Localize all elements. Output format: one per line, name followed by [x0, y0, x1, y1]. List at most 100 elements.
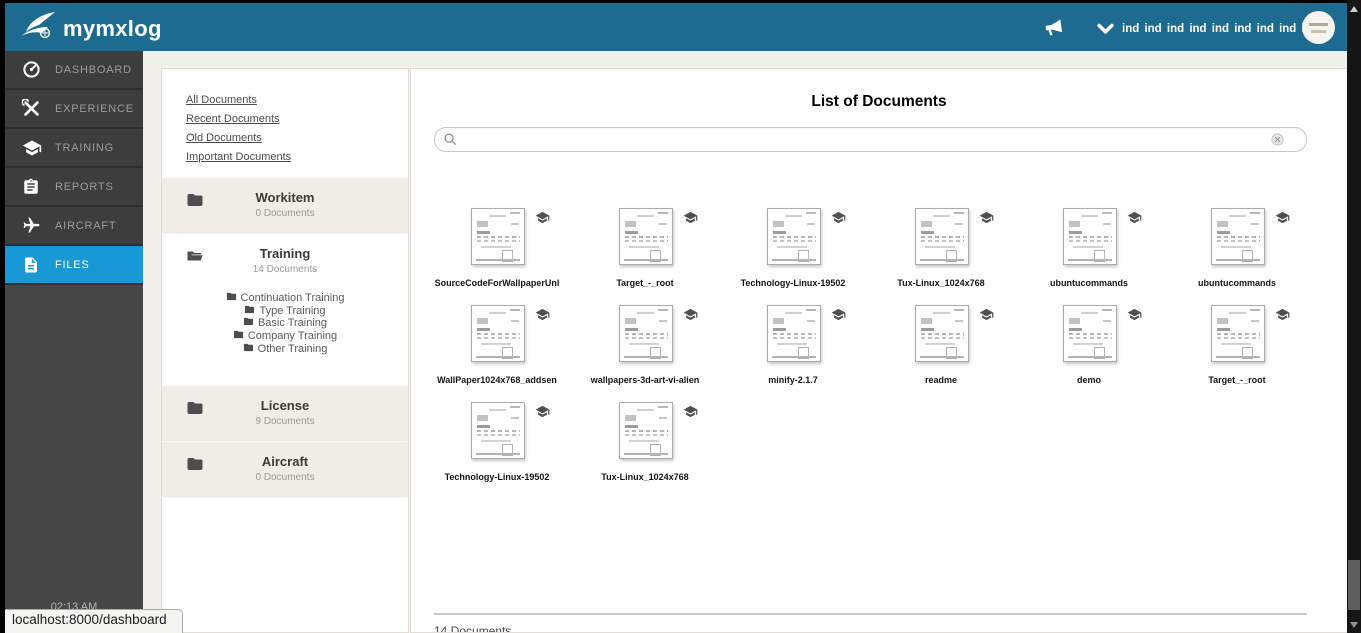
graduation-cap-icon — [978, 210, 995, 265]
subfolder-item[interactable]: Basic Training — [162, 317, 408, 330]
subfolder-item[interactable]: Other Training — [162, 342, 408, 355]
document-name[interactable]: Target_-_root — [575, 278, 715, 288]
graduation-cap-icon — [830, 210, 847, 265]
scroll-down-arrow-icon[interactable] — [1347, 616, 1361, 632]
document-thumbnail[interactable] — [1211, 305, 1265, 362]
graduation-cap-icon — [830, 307, 847, 362]
folder-training[interactable]: Training 14 Documents — [162, 234, 408, 288]
folder-subtree: Continuation Training Type Training Basi… — [162, 288, 408, 365]
document-name[interactable]: Tux-Linux_1024x768 — [871, 278, 1011, 288]
subfolder-item[interactable]: Continuation Training — [162, 292, 408, 305]
clipboard-icon — [22, 178, 46, 196]
scrollbar[interactable] — [1347, 0, 1361, 633]
document-item[interactable]: Target_-_root — [582, 208, 730, 305]
search-input[interactable] — [463, 128, 1258, 153]
documents-nav-panel: All Documents Recent Documents Old Documen… — [161, 68, 409, 633]
sidebar-item-reports[interactable]: REPORTS — [5, 168, 143, 207]
document-thumbnail[interactable] — [619, 402, 673, 459]
top-navbar: mymxlog ind ind ind ind ind ind ind ind … — [5, 3, 1347, 51]
document-name[interactable]: minify-2.1.7 — [723, 375, 863, 385]
airplane-icon — [22, 216, 46, 235]
scroll-up-arrow-icon[interactable] — [1347, 0, 1361, 18]
logo-text: mymxlog — [63, 15, 162, 41]
document-thumbnail[interactable] — [471, 402, 525, 459]
document-name[interactable]: SourceCodeForWallpaperUnl — [427, 278, 567, 288]
document-thumbnail[interactable] — [471, 305, 525, 362]
document-name[interactable]: wallpapers-3d-art-vi-alien — [575, 375, 715, 385]
document-item[interactable]: ubuntucommands — [1026, 208, 1174, 305]
graduation-cap-icon — [534, 307, 551, 362]
document-name[interactable]: demo — [1019, 375, 1159, 385]
folder-closed-icon — [243, 342, 254, 356]
filter-link-old-documents[interactable]: Old Documents — [186, 132, 408, 144]
folder-closed-icon — [186, 455, 204, 478]
graduation-cap-icon — [1126, 210, 1143, 265]
document-thumbnail[interactable] — [619, 208, 673, 265]
folder-closed-icon — [243, 316, 254, 330]
graduation-cap-icon — [682, 404, 699, 459]
subfolder-item[interactable]: Company Training — [162, 330, 408, 343]
filter-link-recent-documents[interactable]: Recent Documents — [186, 113, 408, 125]
document-item[interactable]: Tux-Linux_1024x768 — [582, 402, 730, 499]
chevron-down-icon[interactable] — [1097, 22, 1114, 40]
document-item[interactable]: ubuntucommands — [1174, 208, 1322, 305]
document-item[interactable]: Technology-Linux-19502 — [730, 208, 878, 305]
folder-license[interactable]: License 9 Documents — [162, 385, 408, 440]
document-item[interactable]: demo — [1026, 305, 1174, 402]
document-thumbnail[interactable] — [1063, 305, 1117, 362]
document-item[interactable]: Target_-_root — [1174, 305, 1322, 402]
document-name[interactable]: Target_-_root — [1167, 375, 1307, 385]
search-box[interactable] — [434, 127, 1307, 153]
document-thumbnail[interactable] — [619, 305, 673, 362]
graduation-cap-icon — [682, 210, 699, 265]
folder-aircraft[interactable]: Aircraft 0 Documents — [162, 441, 408, 496]
sidebar-item-files[interactable]: FILES — [5, 246, 143, 285]
search-icon — [443, 132, 457, 151]
graduation-cap-icon — [22, 138, 46, 158]
document-item[interactable]: WallPaper1024x768_addsen — [434, 305, 582, 402]
document-item[interactable]: SourceCodeForWallpaperUnl — [434, 208, 582, 305]
document-thumbnail[interactable] — [915, 208, 969, 265]
folder-workitem[interactable]: Workitem 0 Documents — [162, 178, 408, 232]
scroll-thumb[interactable] — [1348, 560, 1360, 610]
sidebar-item-dashboard[interactable]: DASHBOARD — [5, 51, 143, 90]
document-thumbnail[interactable] — [1063, 208, 1117, 265]
sidebar-item-training[interactable]: TRAINING — [5, 129, 143, 168]
graduation-cap-icon — [978, 307, 995, 362]
document-name[interactable]: Tux-Linux_1024x768 — [575, 472, 715, 482]
list-footer: 14 Documents — [434, 613, 1307, 632]
file-icon — [22, 256, 46, 274]
document-name[interactable]: ubuntucommands — [1167, 278, 1307, 288]
subfolder-item[interactable]: Type Training — [162, 305, 408, 318]
document-name[interactable]: ubuntucommands — [1019, 278, 1159, 288]
filter-link-important-documents[interactable]: Important Documents — [186, 151, 408, 163]
tools-icon — [22, 99, 46, 118]
document-item[interactable]: readme — [878, 305, 1026, 402]
sidebar-item-aircraft[interactable]: AIRCRAFT — [5, 207, 143, 246]
document-thumbnail[interactable] — [471, 208, 525, 265]
folder-closed-icon — [186, 191, 204, 214]
document-name[interactable]: Technology-Linux-19502 — [427, 472, 567, 482]
clear-search-icon[interactable] — [1271, 133, 1284, 151]
sidebar-item-experience[interactable]: EXPERIENCE — [5, 90, 143, 129]
document-thumbnail[interactable] — [767, 208, 821, 265]
sidebar: DASHBOARD EXPERIENCE TRAINING REPORTS AI… — [5, 51, 143, 633]
document-name[interactable]: WallPaper1024x768_addsen — [427, 375, 567, 385]
logo[interactable]: mymxlog — [19, 10, 162, 47]
page-title: List of Documents — [811, 93, 947, 110]
user-name-text[interactable]: ind ind ind ind ind ind ind ind ind — [1122, 23, 1319, 35]
document-name[interactable]: readme — [871, 375, 1011, 385]
plane-logo-icon — [19, 10, 57, 47]
filter-link-all-documents[interactable]: All Documents — [186, 94, 408, 106]
document-thumbnail[interactable] — [915, 305, 969, 362]
document-item[interactable]: wallpapers-3d-art-vi-alien — [582, 305, 730, 402]
avatar[interactable] — [1302, 11, 1335, 44]
document-item[interactable]: Tux-Linux_1024x768 — [878, 208, 1026, 305]
megaphone-icon[interactable] — [1042, 16, 1065, 43]
document-item[interactable]: Technology-Linux-19502 — [434, 402, 582, 499]
document-thumbnail[interactable] — [767, 305, 821, 362]
document-thumbnail[interactable] — [1211, 208, 1265, 265]
folder-closed-icon — [226, 291, 237, 305]
document-name[interactable]: Technology-Linux-19502 — [723, 278, 863, 288]
document-item[interactable]: minify-2.1.7 — [730, 305, 878, 402]
